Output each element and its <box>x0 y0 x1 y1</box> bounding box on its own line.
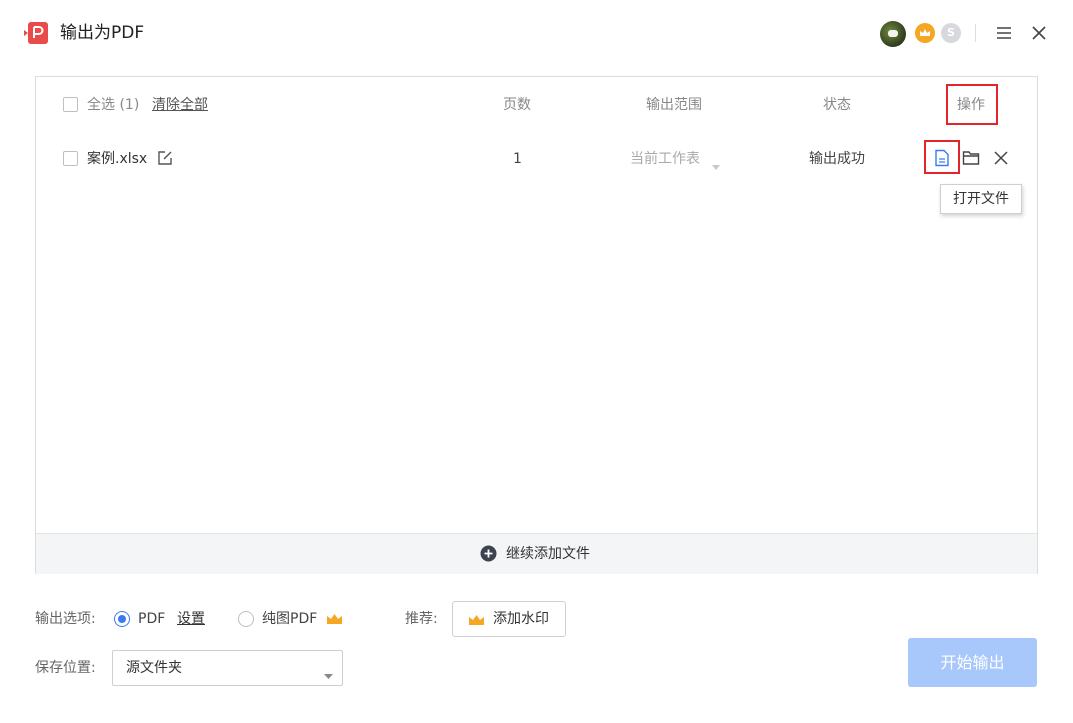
clear-all-link[interactable]: 清除全部 <box>152 95 208 115</box>
chevron-down-icon <box>324 665 333 679</box>
remove-file-icon[interactable] <box>992 149 1010 167</box>
image-pdf-radio[interactable] <box>238 611 254 627</box>
settings-link[interactable]: 设置 <box>177 609 205 629</box>
crown-icon[interactable] <box>915 23 935 43</box>
open-file-icon[interactable] <box>933 149 951 167</box>
avatar[interactable] <box>880 21 906 47</box>
column-header-actions: 操作 <box>957 97 985 113</box>
save-location-value[interactable]: 源文件夹 <box>126 658 182 678</box>
file-list-panel <box>35 76 1038 574</box>
toolbar-divider <box>975 24 976 42</box>
file-name: 案例.xlsx <box>87 151 148 167</box>
file-pages: 1 <box>513 151 522 167</box>
close-icon[interactable] <box>1030 24 1048 42</box>
column-header-status: 状态 <box>823 97 851 113</box>
column-header-range: 输出范围 <box>646 97 702 113</box>
add-files-label[interactable]: 继续添加文件 <box>506 544 590 564</box>
range-dropdown[interactable]: 当前工作表 <box>630 149 700 169</box>
file-status: 输出成功 <box>809 151 865 167</box>
select-all-checkbox[interactable] <box>63 97 78 112</box>
open-folder-icon[interactable] <box>962 149 980 167</box>
save-location-label: 保存位置: <box>35 660 96 676</box>
plus-circle-icon[interactable] <box>480 545 497 562</box>
crown-icon <box>468 612 485 625</box>
output-options-label: 输出选项: <box>35 611 96 627</box>
column-header-pages: 页数 <box>503 97 531 113</box>
window-title: 输出为PDF <box>60 23 145 43</box>
app-logo-icon <box>24 22 48 44</box>
row-checkbox[interactable] <box>63 151 78 166</box>
recommend-label: 推荐: <box>405 611 438 627</box>
select-all-label[interactable]: 全选 (1) <box>87 95 139 115</box>
pdf-radio[interactable] <box>114 611 130 627</box>
add-watermark-label[interactable]: 添加水印 <box>493 609 549 629</box>
pdf-option-label[interactable]: PDF <box>138 609 165 629</box>
image-pdf-option-label[interactable]: 纯图PDF <box>262 609 317 629</box>
edit-icon[interactable] <box>157 150 173 166</box>
start-export-button[interactable]: 开始输出 <box>908 638 1037 687</box>
tooltip: 打开文件 <box>940 184 1022 214</box>
chevron-down-icon <box>712 156 720 170</box>
crown-icon <box>326 611 343 624</box>
vip-badge-icon[interactable]: S <box>941 23 961 43</box>
menu-icon[interactable] <box>995 24 1013 42</box>
